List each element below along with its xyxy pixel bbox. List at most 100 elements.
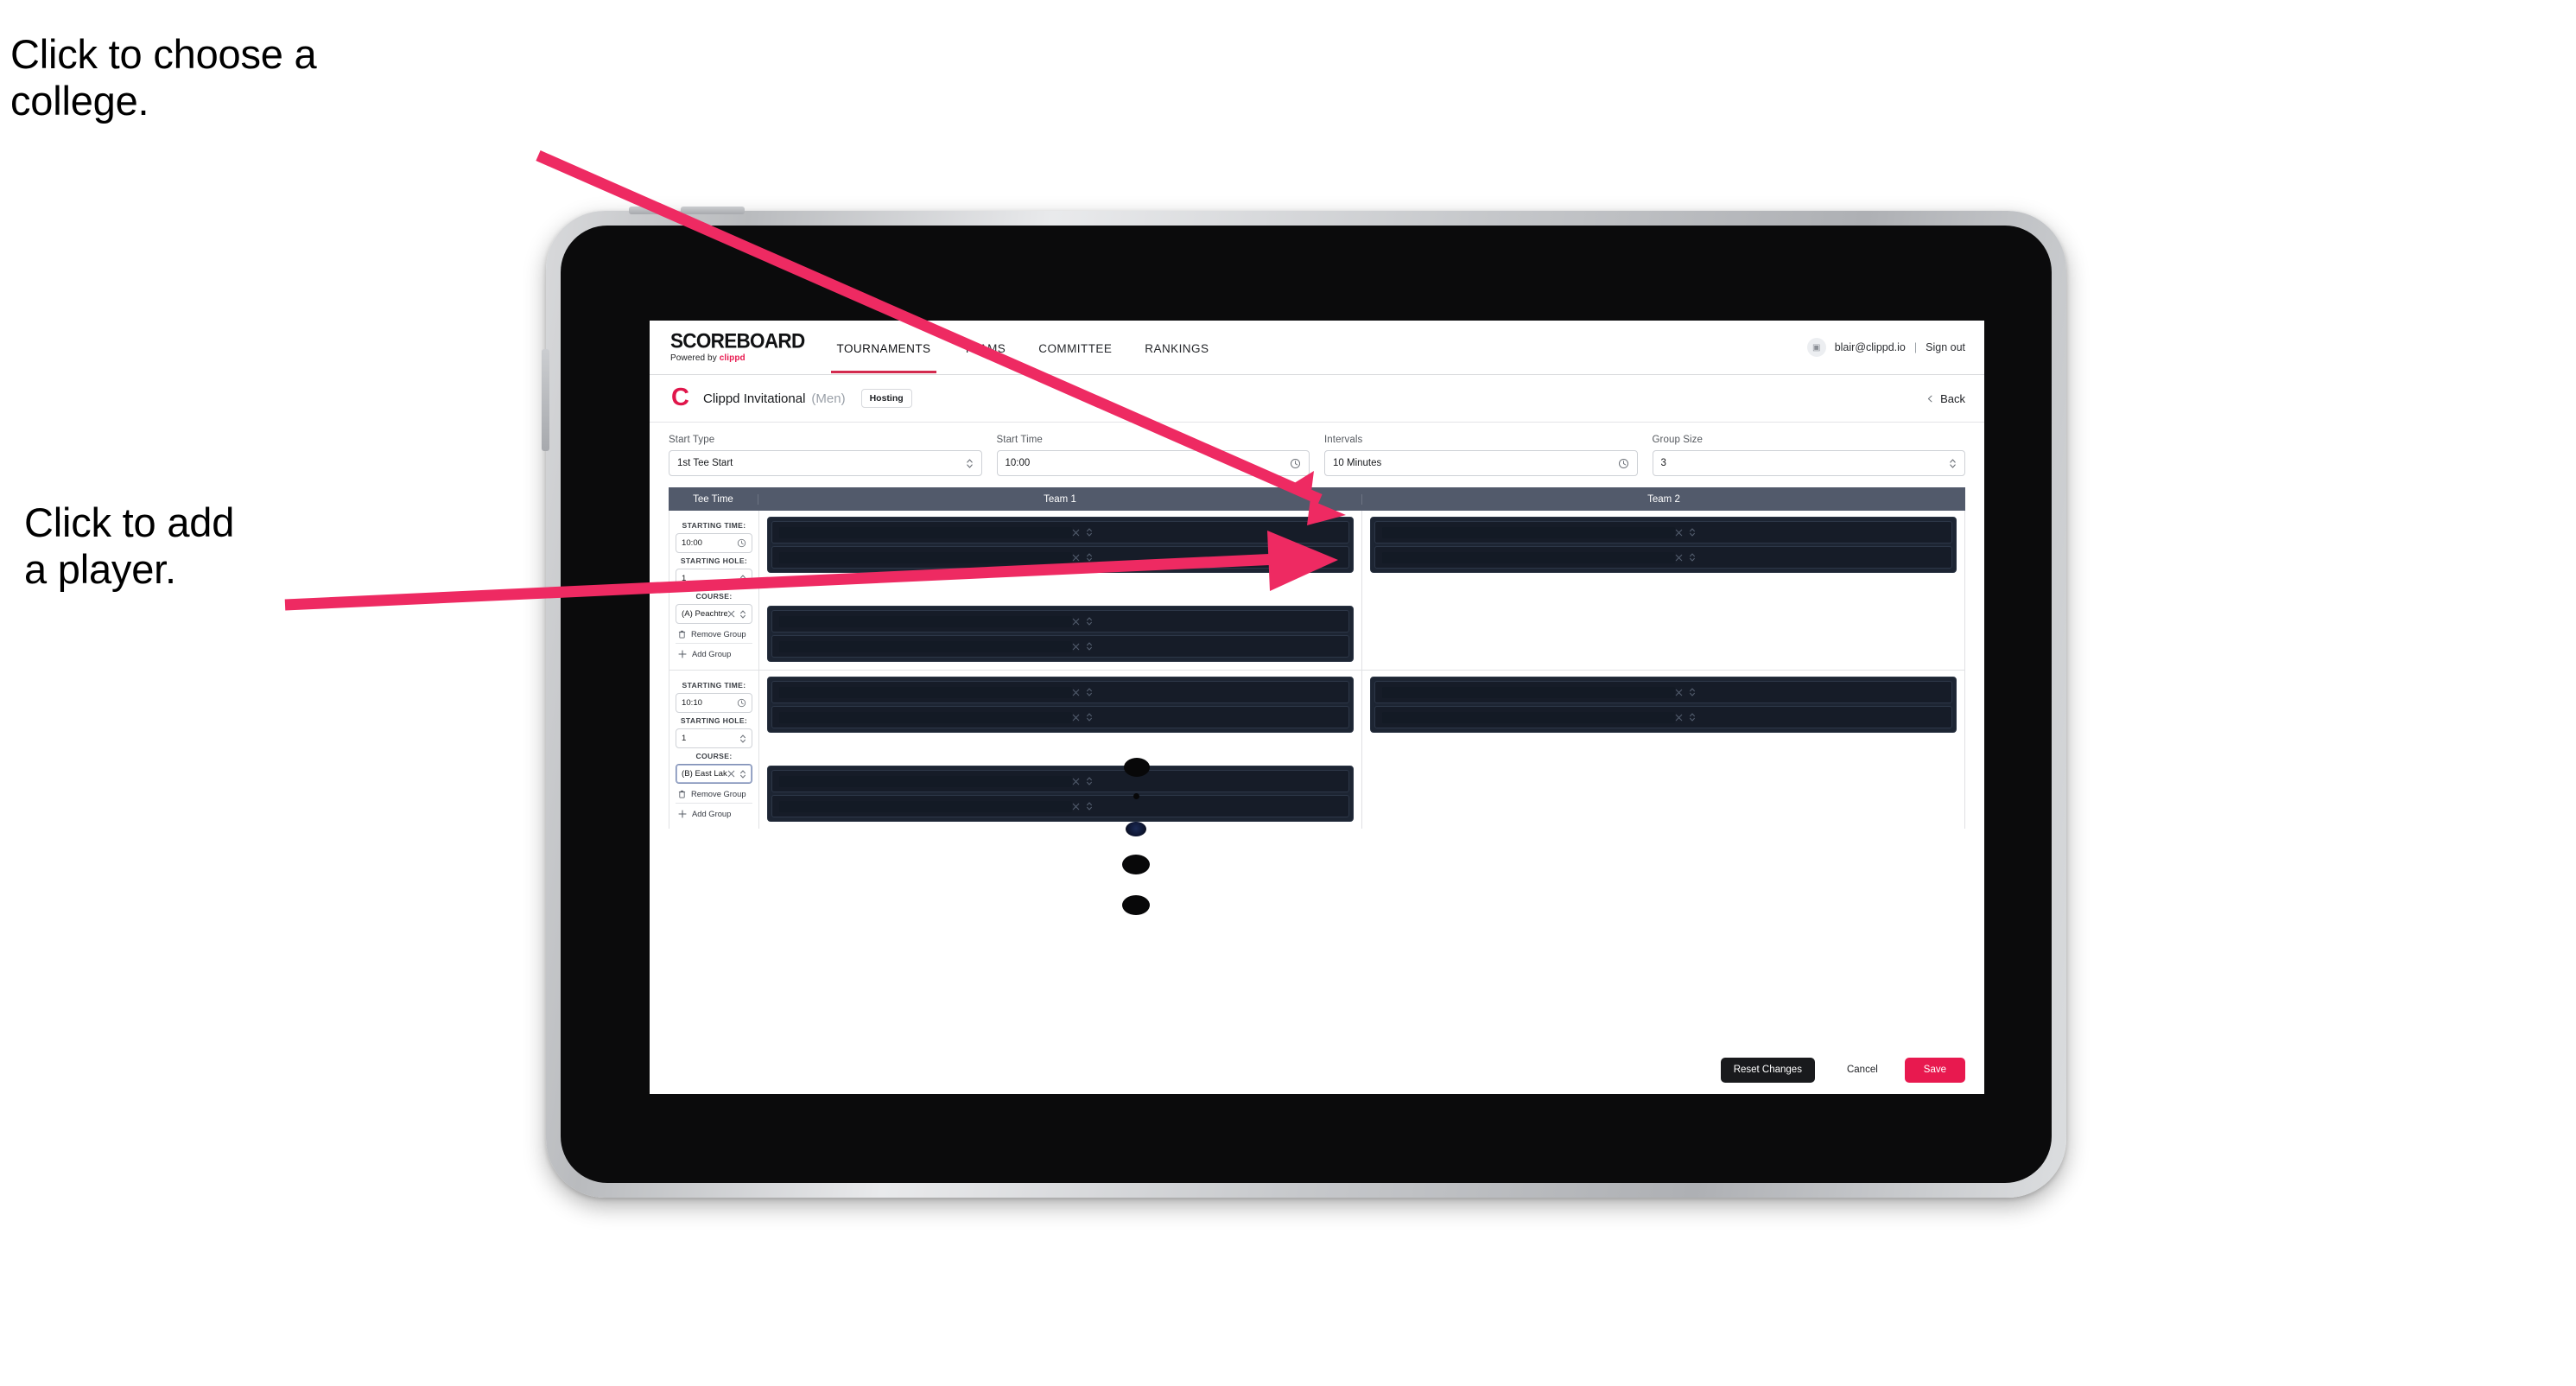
column-header-tee-time: Tee Time bbox=[669, 493, 758, 505]
nav-tab-rankings[interactable]: RANKINGS bbox=[1128, 323, 1225, 372]
starting-hole-stepper[interactable]: 1 bbox=[676, 569, 752, 588]
player-slot[interactable] bbox=[771, 795, 1349, 817]
stepper-icon[interactable] bbox=[1086, 641, 1093, 652]
close-icon[interactable] bbox=[1072, 714, 1080, 722]
remove-group-button[interactable]: Remove Group bbox=[676, 624, 752, 644]
trash-icon bbox=[678, 630, 686, 639]
close-icon[interactable] bbox=[1675, 529, 1683, 537]
tablet-device: SCOREBOARD Powered by clippd TOURNAMENTS… bbox=[542, 207, 2066, 1198]
field-start-type-label: Start Type bbox=[669, 435, 715, 445]
cancel-button[interactable]: Cancel bbox=[1834, 1058, 1891, 1084]
field-group-size-label: Group Size bbox=[1652, 435, 1704, 445]
remove-group-button[interactable]: Remove Group bbox=[676, 784, 752, 804]
tee-times-scroll-area[interactable]: STARTING TIME: 10:00 STARTING HOLE: 1 CO… bbox=[669, 511, 1965, 829]
stepper-icon[interactable] bbox=[1086, 776, 1093, 786]
player-name-redacted bbox=[1382, 686, 1675, 698]
stepper-icon[interactable] bbox=[739, 769, 746, 779]
player-slot[interactable] bbox=[1374, 521, 1952, 544]
stepper-icon[interactable] bbox=[1689, 527, 1696, 537]
stepper-icon[interactable] bbox=[966, 458, 974, 469]
tournament-header-bar: C Clippd Invitational (Men) Hosting Back bbox=[650, 375, 1984, 423]
starting-time-input[interactable]: 10:00 bbox=[676, 533, 752, 553]
close-icon[interactable] bbox=[727, 770, 735, 778]
player-slot[interactable] bbox=[771, 635, 1349, 658]
stepper-icon[interactable] bbox=[739, 734, 746, 744]
close-icon[interactable] bbox=[1072, 643, 1080, 651]
app-window: SCOREBOARD Powered by clippd TOURNAMENTS… bbox=[650, 321, 1984, 1094]
close-icon[interactable] bbox=[1072, 778, 1080, 785]
starting-hole-stepper[interactable]: 1 bbox=[676, 728, 752, 748]
player-slot[interactable] bbox=[771, 706, 1349, 728]
close-icon[interactable] bbox=[727, 610, 735, 618]
player-slot[interactable] bbox=[771, 610, 1349, 633]
brand-logo[interactable]: SCOREBOARD Powered by clippd bbox=[650, 331, 821, 364]
player-slot[interactable] bbox=[1374, 546, 1952, 569]
footer-action-bar: Reset Changes Cancel Save bbox=[650, 1046, 1984, 1094]
player-slot[interactable] bbox=[771, 681, 1349, 703]
sign-out-link[interactable]: Sign out bbox=[1926, 341, 1965, 353]
starting-hole-value: 1 bbox=[682, 574, 687, 583]
clippd-logo-letter: C bbox=[671, 384, 689, 412]
start-type-select[interactable]: 1st Tee Start bbox=[669, 450, 982, 476]
stepper-icon[interactable] bbox=[739, 609, 746, 620]
stepper-icon[interactable] bbox=[739, 574, 746, 584]
start-time-input[interactable]: 10:00 bbox=[996, 450, 1310, 476]
field-start-time-label: Start Time bbox=[996, 435, 1043, 445]
device-speaker-icon bbox=[1124, 758, 1150, 777]
clock-icon[interactable] bbox=[737, 698, 746, 708]
save-button[interactable]: Save bbox=[1904, 1057, 1965, 1084]
annotation-add-player: Click to add a player. bbox=[24, 499, 235, 593]
stepper-icon[interactable] bbox=[1689, 712, 1696, 722]
nav-tab-teams[interactable]: TEAMS bbox=[947, 323, 1022, 372]
nav-tab-committee[interactable]: COMMITTEE bbox=[1022, 323, 1128, 372]
tournament-name: Clippd Invitational bbox=[703, 391, 806, 406]
intervals-value: 10 Minutes bbox=[1333, 458, 1382, 468]
nav-tab-tournaments[interactable]: TOURNAMENTS bbox=[821, 323, 948, 373]
player-slot[interactable] bbox=[1374, 706, 1952, 728]
clock-icon[interactable] bbox=[1290, 458, 1301, 469]
player-slot[interactable] bbox=[771, 770, 1349, 792]
intervals-input[interactable]: 10 Minutes bbox=[1324, 450, 1638, 476]
player-slot[interactable] bbox=[1374, 681, 1952, 703]
close-icon[interactable] bbox=[1072, 689, 1080, 696]
stepper-icon[interactable] bbox=[1689, 552, 1696, 563]
starting-time-input[interactable]: 10:10 bbox=[676, 693, 752, 713]
stepper-icon[interactable] bbox=[1689, 687, 1696, 697]
clock-icon[interactable] bbox=[1618, 458, 1629, 469]
player-group-card bbox=[1370, 677, 1957, 733]
group-size-stepper[interactable]: 3 bbox=[1652, 450, 1965, 476]
stepper-icon[interactable] bbox=[1086, 552, 1093, 563]
player-name-redacted bbox=[779, 526, 1072, 538]
starting-hole-label: STARTING HOLE: bbox=[680, 556, 748, 565]
course-select[interactable]: (A) Peachtree GC bbox=[676, 604, 752, 624]
course-select[interactable]: (B) East Lake GC bbox=[676, 764, 752, 784]
clock-icon[interactable] bbox=[737, 538, 746, 548]
field-intervals-label: Intervals bbox=[1324, 435, 1363, 445]
close-icon[interactable] bbox=[1675, 689, 1683, 696]
add-group-button[interactable]: Add Group bbox=[676, 644, 752, 663]
close-icon[interactable] bbox=[1072, 803, 1080, 811]
close-icon[interactable] bbox=[1675, 554, 1683, 562]
close-icon[interactable] bbox=[1675, 714, 1683, 722]
close-icon[interactable] bbox=[1072, 529, 1080, 537]
nav-tab-committee-label: COMMITTEE bbox=[1038, 341, 1113, 355]
player-group-card bbox=[767, 677, 1354, 733]
stepper-icon[interactable] bbox=[1086, 801, 1093, 811]
player-slot[interactable] bbox=[771, 546, 1349, 569]
tablet-screen: SCOREBOARD Powered by clippd TOURNAMENTS… bbox=[561, 226, 2052, 1183]
back-button[interactable]: Back bbox=[1926, 392, 1965, 405]
add-group-button[interactable]: Add Group bbox=[676, 804, 752, 823]
stepper-icon[interactable] bbox=[1949, 458, 1957, 469]
course-label: COURSE: bbox=[695, 752, 733, 760]
close-icon[interactable] bbox=[1072, 618, 1080, 626]
course-label: COURSE: bbox=[695, 592, 733, 601]
player-slot[interactable] bbox=[771, 521, 1349, 544]
stepper-icon[interactable] bbox=[1086, 687, 1093, 697]
stepper-icon[interactable] bbox=[1086, 527, 1093, 537]
reset-changes-button[interactable]: Reset Changes bbox=[1720, 1057, 1815, 1084]
stepper-icon[interactable] bbox=[1086, 712, 1093, 722]
avatar[interactable]: ▣ bbox=[1806, 338, 1826, 357]
close-icon[interactable] bbox=[1072, 554, 1080, 562]
device-speaker-icon bbox=[1122, 895, 1150, 915]
stepper-icon[interactable] bbox=[1086, 616, 1093, 626]
